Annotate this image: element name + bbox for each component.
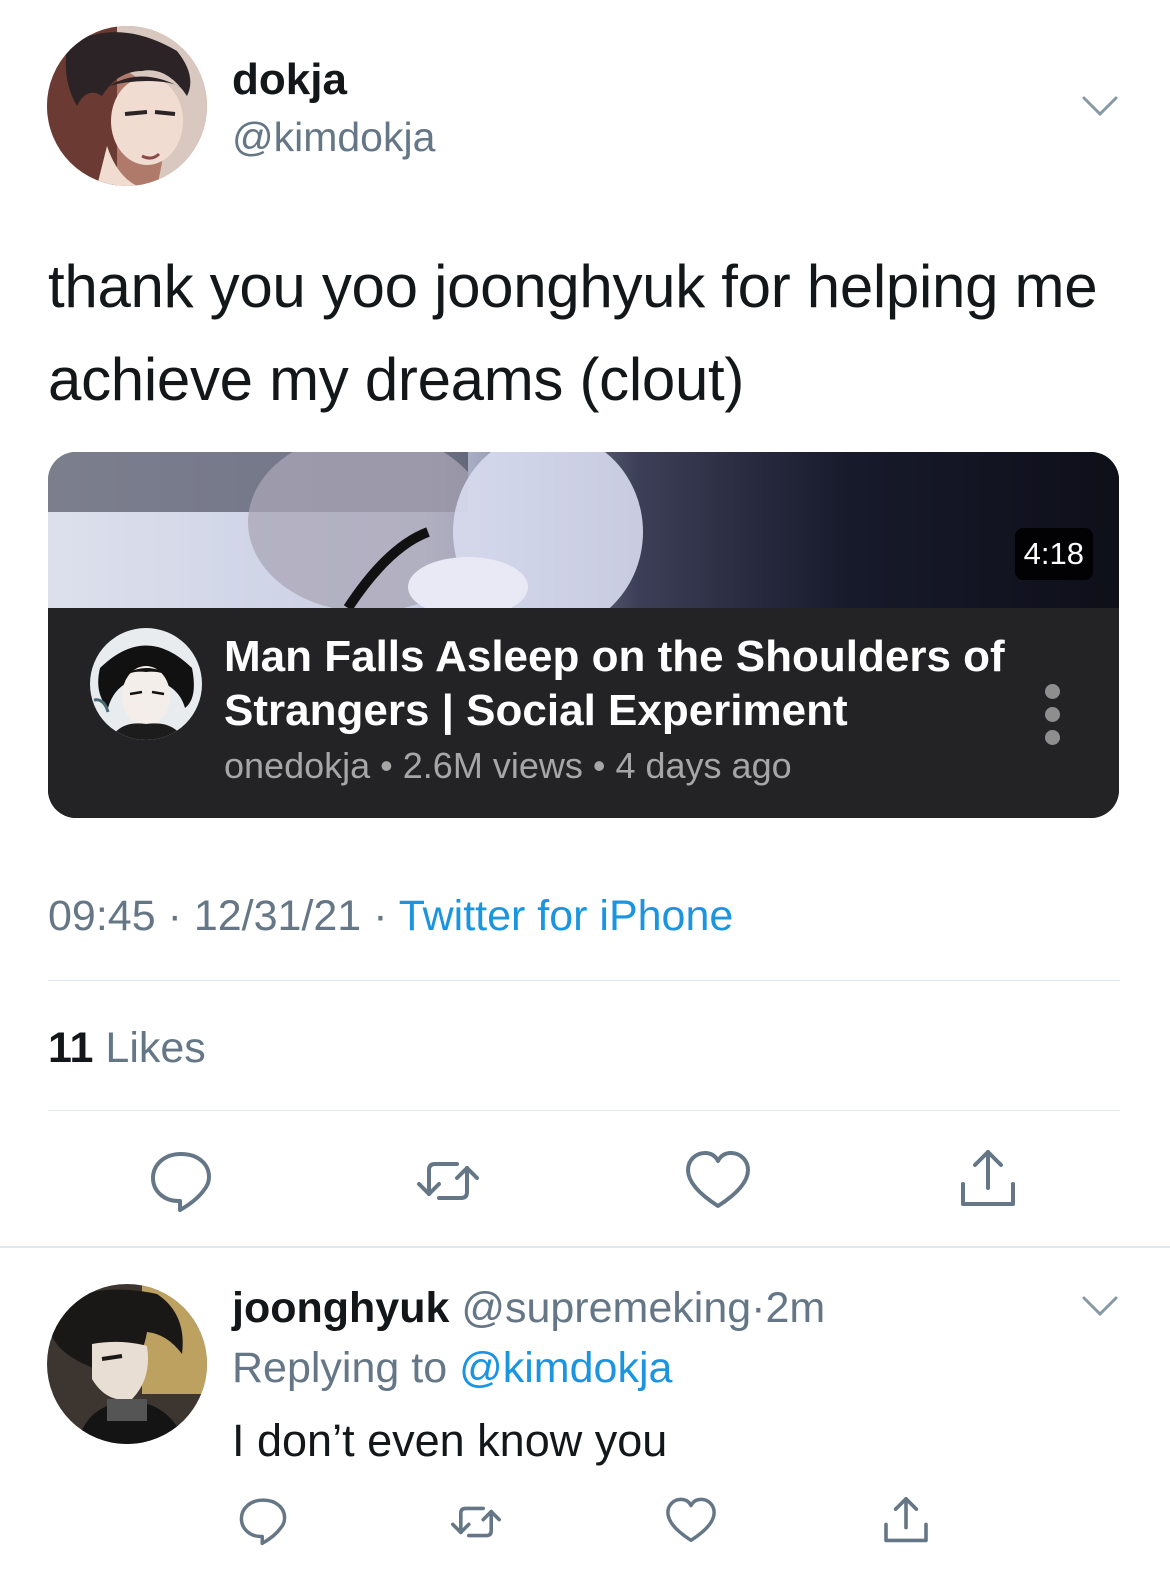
reply-text: I don’t even know you [232, 1415, 668, 1466]
view-count: 2.6M views [402, 745, 583, 786]
heart-icon[interactable] [683, 1146, 753, 1216]
share-upload-icon[interactable] [953, 1146, 1023, 1216]
likes-summary[interactable]: 11 Likes [48, 1022, 206, 1074]
reply-author-avatar[interactable] [47, 1284, 207, 1444]
video-meta: onedokja • 2.6M views • 4 days ago [224, 744, 792, 788]
chevron-down-icon[interactable] [1080, 86, 1120, 126]
replying-to-line: Replying to @kimdokja [232, 1342, 672, 1394]
comment-bubble-icon[interactable] [236, 1494, 290, 1548]
section-divider [0, 1246, 1170, 1248]
author-avatar[interactable] [47, 26, 207, 186]
reply-header: joonghyuk @supremeking·2m [232, 1282, 825, 1334]
likes-label: Likes [105, 1024, 206, 1072]
vertical-ellipsis-icon[interactable] [1045, 684, 1065, 753]
video-card[interactable]: 4:18 Man Falls Asleep on the Shoulders o… [48, 452, 1119, 818]
meta-dot: · [751, 1284, 766, 1332]
channel-name[interactable]: onedokja [224, 745, 370, 786]
meta-dot: · [167, 892, 182, 940]
author-handle[interactable]: @kimdokja [232, 113, 435, 161]
divider [48, 980, 1120, 981]
replying-to-mention[interactable]: @kimdokja [459, 1344, 672, 1392]
tweet-source-link[interactable]: Twitter for iPhone [399, 892, 734, 940]
likes-count: 11 [48, 1024, 94, 1072]
divider [48, 1110, 1120, 1111]
video-duration: 4:18 [1014, 528, 1093, 580]
reply-age: 2m [765, 1284, 826, 1332]
heart-icon[interactable] [664, 1494, 718, 1548]
retweet-arrows-icon[interactable] [448, 1494, 504, 1550]
chevron-down-icon[interactable] [1080, 1286, 1120, 1326]
meta-separator: • [592, 745, 606, 786]
channel-avatar[interactable] [90, 628, 202, 740]
reply-author-name[interactable]: joonghyuk [232, 1284, 449, 1332]
comment-bubble-icon[interactable] [146, 1146, 216, 1216]
video-info: Man Falls Asleep on the Shoulders of Str… [48, 608, 1119, 818]
tweet-text: thank you yoo joonghyuk for helping me a… [48, 253, 1098, 413]
meta-separator: • [380, 745, 393, 786]
reply-author-handle[interactable]: @supremeking [461, 1284, 751, 1332]
tweet-meta: 09:45 · 12/31/21 · Twitter for iPhone [48, 890, 733, 942]
replying-to-label: Replying to [232, 1344, 448, 1392]
author-name[interactable]: dokja [232, 54, 347, 106]
share-upload-icon[interactable] [878, 1494, 934, 1550]
upload-age: 4 days ago [615, 745, 792, 786]
tweet-time: 09:45 [48, 892, 156, 940]
retweet-arrows-icon[interactable] [413, 1146, 483, 1216]
video-thumbnail[interactable]: 4:18 [48, 452, 1119, 632]
meta-dot: · [373, 892, 388, 940]
tweet-date: 12/31/21 [193, 892, 362, 940]
video-title[interactable]: Man Falls Asleep on the Shoulders of Str… [224, 630, 1024, 738]
